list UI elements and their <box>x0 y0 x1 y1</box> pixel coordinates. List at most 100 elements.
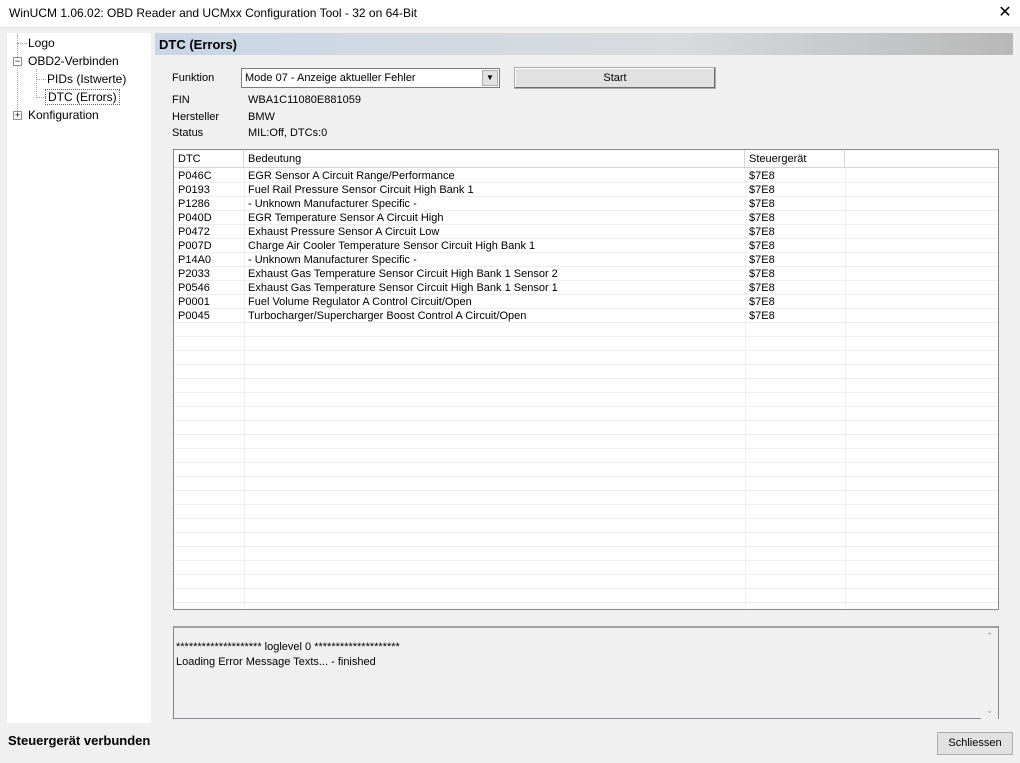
dtc-code-cell: P0045 <box>178 310 210 322</box>
hersteller-label: Hersteller <box>172 111 220 123</box>
table-row[interactable]: P0193 Fuel Rail Pressure Sensor Circuit H… <box>174 183 998 197</box>
column-header-steuergeraet[interactable]: Steuergerät <box>745 150 845 168</box>
log-output[interactable]: ******************** loglevel 0 ********… <box>173 626 999 719</box>
table-row[interactable]: P0045 Turbocharger/Supercharger Boost Con… <box>174 309 998 323</box>
bedeutung-cell: Exhaust Gas Temperature Sensor Circuit H… <box>248 268 558 280</box>
title-bar: WinUCM 1.06.02: OBD Reader and UCMxx Con… <box>0 0 1020 28</box>
chevron-down-icon[interactable]: ▼ <box>482 70 498 86</box>
dtc-code-cell: P14A0 <box>178 254 212 266</box>
status-label: Status <box>172 127 204 139</box>
column-header-dtc[interactable]: DTC <box>174 150 244 168</box>
tree-item-obd2-verbinden[interactable]: OBD2-Verbinden <box>28 53 119 69</box>
empty-table-row <box>174 435 998 449</box>
steuergeraet-cell: $7E8 <box>749 212 775 224</box>
table-row[interactable]: P14A0 - Unknown Manufacturer Specific - $7… <box>174 253 998 267</box>
tree-item-label: OBD2-Verbinden <box>28 54 119 68</box>
empty-table-row <box>174 491 998 505</box>
empty-table-row <box>174 323 998 337</box>
steuergeraet-cell: $7E8 <box>749 310 775 322</box>
hersteller-value: BMW <box>248 111 275 123</box>
steuergeraet-cell: $7E8 <box>749 268 775 280</box>
empty-table-row <box>174 421 998 435</box>
tree-connector-line <box>36 79 46 80</box>
tree-item-dtc-errors[interactable]: DTC (Errors) <box>45 89 120 105</box>
table-row[interactable]: P2033 Exhaust Gas Temperature Sensor Circ… <box>174 267 998 281</box>
expand-icon[interactable]: + <box>13 111 22 120</box>
funktion-label: Funktion <box>172 72 215 84</box>
panel-title: DTC (Errors) <box>159 37 238 52</box>
navigation-tree: Logo − OBD2-Verbinden PIDs (Istwerte) DT… <box>7 33 151 723</box>
column-header-bedeutung[interactable]: Bedeutung <box>244 150 745 168</box>
empty-table-row <box>174 519 998 533</box>
empty-table-row <box>174 351 998 365</box>
log-line: ******************** loglevel 0 ********… <box>176 641 400 653</box>
tree-item-pids[interactable]: PIDs (Istwerte) <box>47 71 126 87</box>
tree-connector-line <box>17 43 27 44</box>
bedeutung-cell: Turbocharger/Supercharger Boost Control … <box>248 310 527 322</box>
empty-table-row <box>174 547 998 561</box>
bedeutung-cell: Fuel Volume Regulator A Control Circuit/… <box>248 296 472 308</box>
close-window-button[interactable]: ✕ <box>990 0 1020 28</box>
tree-item-label: PIDs (Istwerte) <box>47 72 127 86</box>
table-row[interactable]: P007D Charge Air Cooler Temperature Senso… <box>174 239 998 253</box>
steuergeraet-cell: $7E8 <box>749 198 775 210</box>
start-button[interactable]: Start <box>514 67 716 89</box>
dtc-table[interactable]: DTC Bedeutung Steuergerät P046C EGR Senso… <box>173 149 999 610</box>
empty-table-row <box>174 505 998 519</box>
fin-label: FIN <box>172 94 190 106</box>
empty-table-row <box>174 477 998 491</box>
panel-header: DTC (Errors) <box>155 33 1013 55</box>
empty-table-row <box>174 449 998 463</box>
empty-table-row <box>174 575 998 589</box>
tree-item-label: Konfiguration <box>28 108 99 122</box>
empty-table-row <box>174 561 998 575</box>
table-row[interactable]: P040D EGR Temperature Sensor A Circuit Hi… <box>174 211 998 225</box>
bedeutung-cell: Charge Air Cooler Temperature Sensor Cir… <box>248 240 536 252</box>
bedeutung-cell: Exhaust Gas Temperature Sensor Circuit H… <box>248 282 558 294</box>
empty-table-row <box>174 337 998 351</box>
table-row[interactable]: P0001 Fuel Volume Regulator A Control Cir… <box>174 295 998 309</box>
tree-connector-line <box>17 35 18 117</box>
tree-item-konfiguration[interactable]: Konfiguration <box>28 107 99 123</box>
tree-connector-line <box>36 69 37 98</box>
fin-value: WBA1C11080E881059 <box>248 94 361 106</box>
steuergeraet-cell: $7E8 <box>749 226 775 238</box>
empty-table-row <box>174 379 998 393</box>
collapse-icon[interactable]: − <box>13 57 22 66</box>
table-row[interactable]: P046C EGR Sensor A Circuit Range/Performa… <box>174 169 998 183</box>
empty-table-row <box>174 533 998 547</box>
scroll-down-icon[interactable]: ⌄ <box>981 702 998 719</box>
connection-status: Steuergerät verbunden <box>8 733 151 748</box>
empty-table-row <box>174 589 998 603</box>
dtc-code-cell: P0001 <box>178 296 210 308</box>
funktion-selected-value: Mode 07 - Anzeige aktueller Fehler <box>245 72 416 84</box>
bedeutung-cell: Fuel Rail Pressure Sensor Circuit High B… <box>248 184 474 196</box>
table-row[interactable]: P1286 - Unknown Manufacturer Specific - $7… <box>174 197 998 211</box>
dtc-code-cell: P007D <box>178 240 212 252</box>
dtc-code-cell: P0546 <box>178 282 210 294</box>
dtc-code-cell: P2033 <box>178 268 210 280</box>
steuergeraet-cell: $7E8 <box>749 296 775 308</box>
log-scrollbar[interactable]: ⌃ ⌄ <box>981 628 998 719</box>
scroll-up-icon[interactable]: ⌃ <box>981 628 998 645</box>
steuergeraet-cell: $7E8 <box>749 240 775 252</box>
table-row[interactable]: P0546 Exhaust Gas Temperature Sensor Circ… <box>174 281 998 295</box>
bedeutung-cell: - Unknown Manufacturer Specific - <box>248 198 417 210</box>
steuergeraet-cell: $7E8 <box>749 184 775 196</box>
table-row[interactable]: P0472 Exhaust Pressure Sensor A Circuit L… <box>174 225 998 239</box>
empty-table-row <box>174 463 998 477</box>
bedeutung-cell: Exhaust Pressure Sensor A Circuit Low <box>248 226 440 238</box>
schliessen-button[interactable]: Schliessen <box>937 732 1013 755</box>
log-line: Loading Error Message Texts... - finishe… <box>176 656 376 668</box>
bedeutung-cell: EGR Temperature Sensor A Circuit High <box>248 212 444 224</box>
steuergeraet-cell: $7E8 <box>749 170 775 182</box>
dtc-code-cell: P1286 <box>178 198 210 210</box>
dtc-code-cell: P0472 <box>178 226 210 238</box>
column-header-empty <box>845 150 998 168</box>
bedeutung-cell: EGR Sensor A Circuit Range/Performance <box>248 170 455 182</box>
empty-table-row <box>174 365 998 379</box>
empty-table-row <box>174 393 998 407</box>
funktion-select[interactable]: Mode 07 - Anzeige aktueller Fehler ▼ <box>241 68 500 88</box>
tree-item-label: DTC (Errors) <box>45 89 120 105</box>
tree-item-logo[interactable]: Logo <box>28 35 55 51</box>
